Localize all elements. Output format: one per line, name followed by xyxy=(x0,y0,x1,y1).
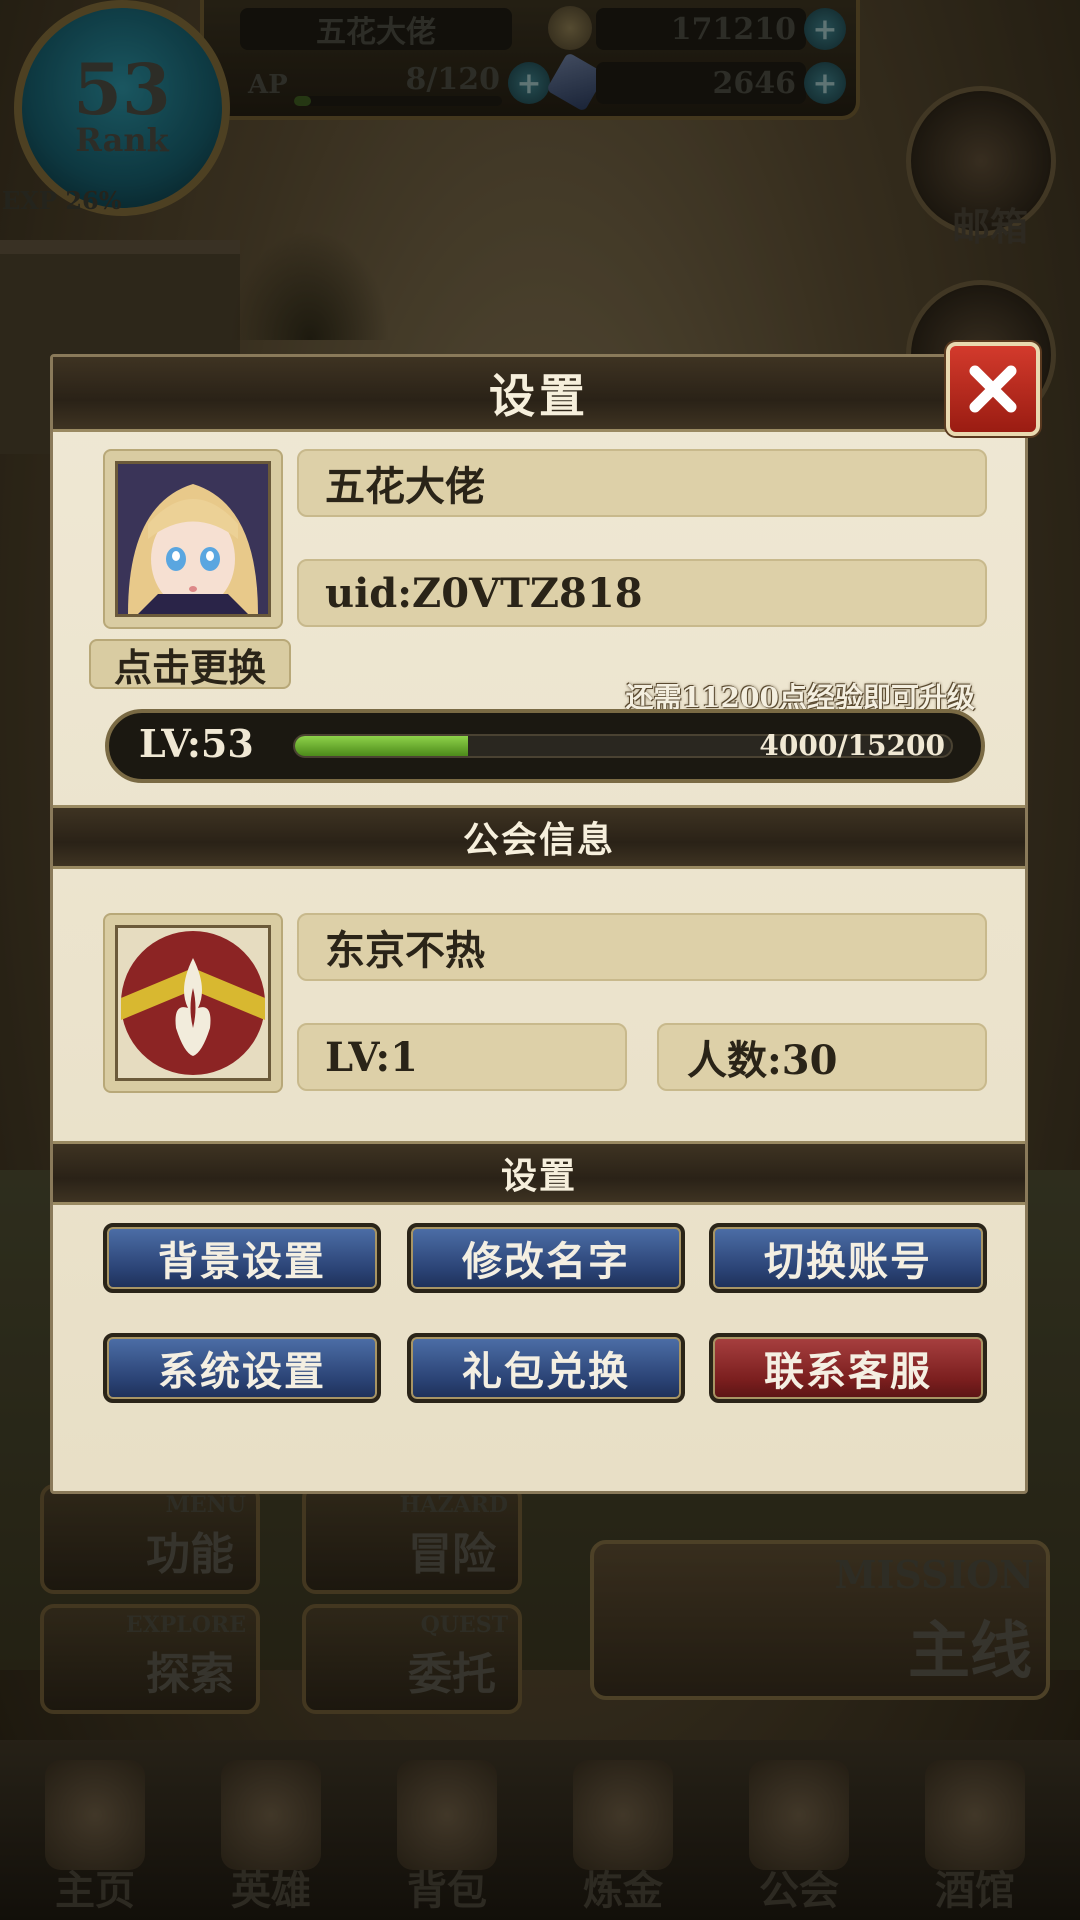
guild-name-field: 东京不热 xyxy=(297,913,987,981)
settings-dialog: 设置 点击更换 五花大佬 uid:Z0VTZ818 还需11200点经验即可升级… xyxy=(50,354,1028,1494)
dialog-title: 设置 xyxy=(489,369,589,423)
player-level: LV:53 xyxy=(139,721,254,766)
guild-emblem-frame xyxy=(103,913,283,1093)
guild-level-field: LV:1 xyxy=(297,1023,627,1091)
avatar-frame[interactable] xyxy=(103,449,283,629)
gift-code-button[interactable]: 礼包兑换 xyxy=(407,1333,685,1403)
close-icon xyxy=(969,365,1017,413)
system-settings-button[interactable]: 系统设置 xyxy=(103,1333,381,1403)
player-uid-field: uid:Z0VTZ818 xyxy=(297,559,987,627)
close-button[interactable] xyxy=(946,342,1040,436)
exp-progress-text: 4000/15200 xyxy=(759,729,945,762)
settings-section-header: 设置 xyxy=(53,1141,1025,1205)
avatar-portrait-icon xyxy=(118,464,268,614)
change-avatar-button[interactable]: 点击更换 xyxy=(89,639,291,690)
guild-emblem xyxy=(115,925,271,1081)
dialog-title-bar: 设置 xyxy=(53,357,1025,432)
switch-account-button[interactable]: 切换账号 xyxy=(709,1223,987,1293)
rename-button[interactable]: 修改名字 xyxy=(407,1223,685,1293)
exp-progress-fill xyxy=(295,736,468,756)
guild-members-field: 人数:30 xyxy=(657,1023,987,1091)
contact-support-button[interactable]: 联系客服 xyxy=(709,1333,987,1403)
player-name-field: 五花大佬 xyxy=(297,449,987,517)
guild-section-header: 公会信息 xyxy=(53,805,1025,869)
flame-emblem-icon xyxy=(121,931,265,1075)
player-level-bar: LV:53 4000/15200 xyxy=(105,709,985,783)
background-settings-button[interactable]: 背景设置 xyxy=(103,1223,381,1293)
avatar[interactable] xyxy=(115,461,271,617)
